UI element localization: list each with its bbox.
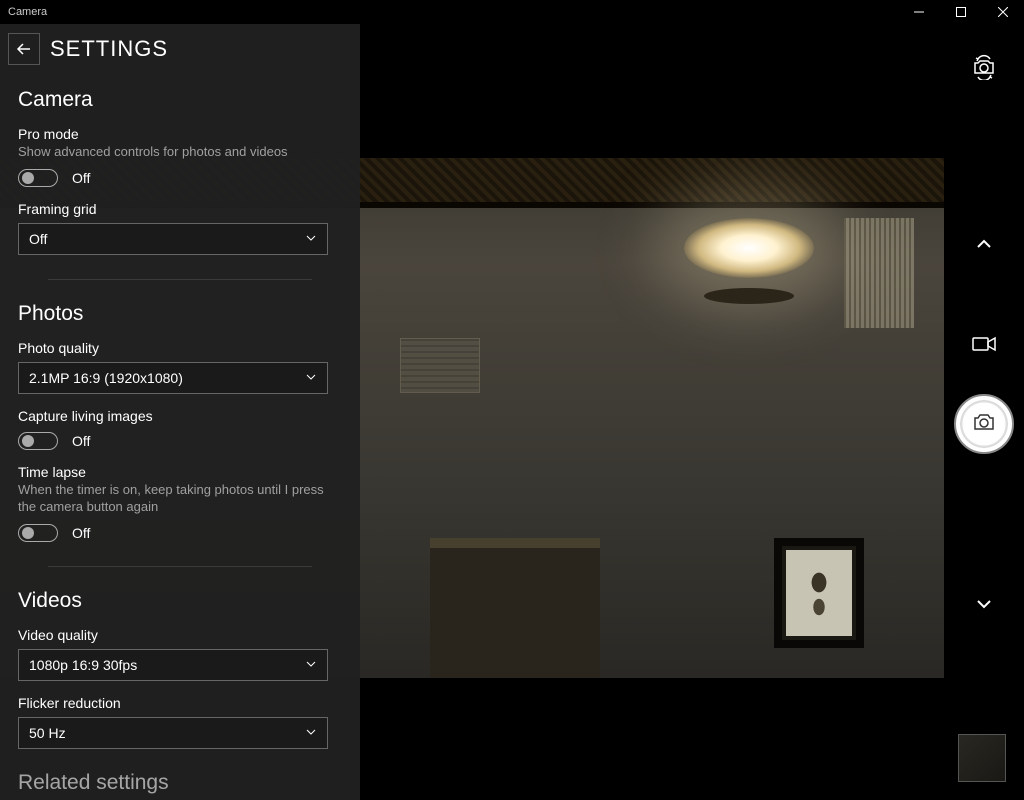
shutter-button[interactable] [954,394,1014,454]
promode-label: Pro mode [18,126,342,142]
main-area: SETTINGS Camera Pro mode Show advanced c… [0,24,1024,800]
framinggrid-label: Framing grid [18,201,342,217]
camera-controls [944,24,1024,800]
settings-header: SETTINGS [0,24,360,74]
photoquality-value: 2.1MP 16:9 (1920x1080) [29,370,183,386]
back-button[interactable] [8,33,40,65]
photoquality-label: Photo quality [18,340,342,356]
chevron-down-icon [305,231,317,247]
window-controls [898,0,1024,24]
camera-icon [972,410,996,439]
videoquality-select[interactable]: 1080p 16:9 30fps [18,649,328,681]
timelapse-toggle[interactable] [18,524,58,542]
section-videos: Videos [18,589,342,613]
timelapse-desc: When the timer is on, keep taking photos… [18,482,342,516]
minimize-button[interactable] [898,0,940,24]
flicker-value: 50 Hz [29,725,66,741]
mode-next-button[interactable] [964,584,1004,624]
framinggrid-value: Off [29,231,47,247]
video-mode-button[interactable] [972,334,996,359]
settings-title: SETTINGS [50,36,168,62]
living-toggle[interactable] [18,432,58,450]
settings-scroll[interactable]: Camera Pro mode Show advanced controls f… [0,74,360,800]
divider [48,279,312,280]
flicker-label: Flicker reduction [18,695,342,711]
promode-toggle[interactable] [18,169,58,187]
chevron-down-icon [305,657,317,673]
videoquality-value: 1080p 16:9 30fps [29,657,137,673]
videoquality-label: Video quality [18,627,342,643]
maximize-button[interactable] [940,0,982,24]
app-title: Camera [8,6,47,18]
settings-panel: SETTINGS Camera Pro mode Show advanced c… [0,24,360,800]
chevron-down-icon [305,725,317,741]
promode-state: Off [72,170,90,186]
living-label: Capture living images [18,408,342,424]
promode-desc: Show advanced controls for photos and vi… [18,144,342,161]
timelapse-state: Off [72,525,90,541]
living-state: Off [72,433,90,449]
framinggrid-select[interactable]: Off [18,223,328,255]
close-button[interactable] [982,0,1024,24]
section-photos: Photos [18,302,342,326]
timelapse-label: Time lapse [18,464,342,480]
flicker-select[interactable]: 50 Hz [18,717,328,749]
change-camera-button[interactable] [971,54,997,85]
section-camera: Camera [18,88,342,112]
title-bar: Camera [0,0,1024,24]
gallery-thumbnail[interactable] [958,734,1006,782]
mode-prev-button[interactable] [964,224,1004,264]
divider [48,566,312,567]
section-related: Related settings [18,771,342,795]
photoquality-select[interactable]: 2.1MP 16:9 (1920x1080) [18,362,328,394]
chevron-down-icon [305,370,317,386]
